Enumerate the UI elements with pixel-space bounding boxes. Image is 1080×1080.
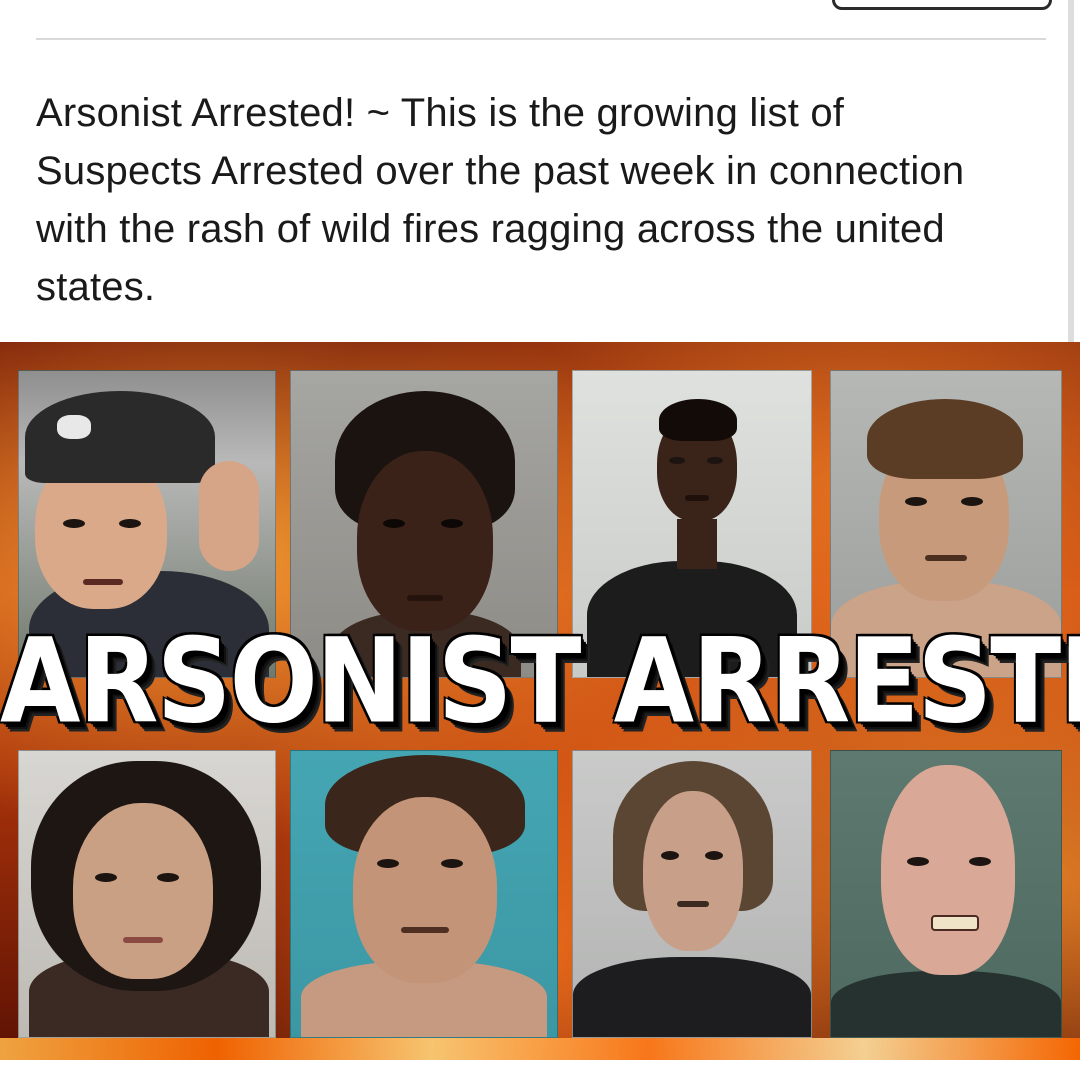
suspect-photo-8 bbox=[830, 750, 1062, 1038]
post-text: Arsonist Arrested! ~ This is the growing… bbox=[36, 91, 965, 309]
divider bbox=[36, 38, 1046, 40]
image-headline: ARSONIST ARRESTED! bbox=[0, 612, 1080, 750]
suspect-photo-7 bbox=[572, 750, 812, 1038]
scrollbar[interactable] bbox=[1068, 0, 1074, 342]
cap-logo-icon bbox=[57, 415, 91, 439]
post-image[interactable]: ARSONIST ARRESTED! bbox=[0, 342, 1080, 1060]
suspect-photo-6 bbox=[290, 750, 558, 1038]
suspect-photo-5 bbox=[18, 750, 276, 1038]
top-action-button[interactable] bbox=[832, 0, 1052, 10]
fire-strip bbox=[0, 1038, 1080, 1060]
